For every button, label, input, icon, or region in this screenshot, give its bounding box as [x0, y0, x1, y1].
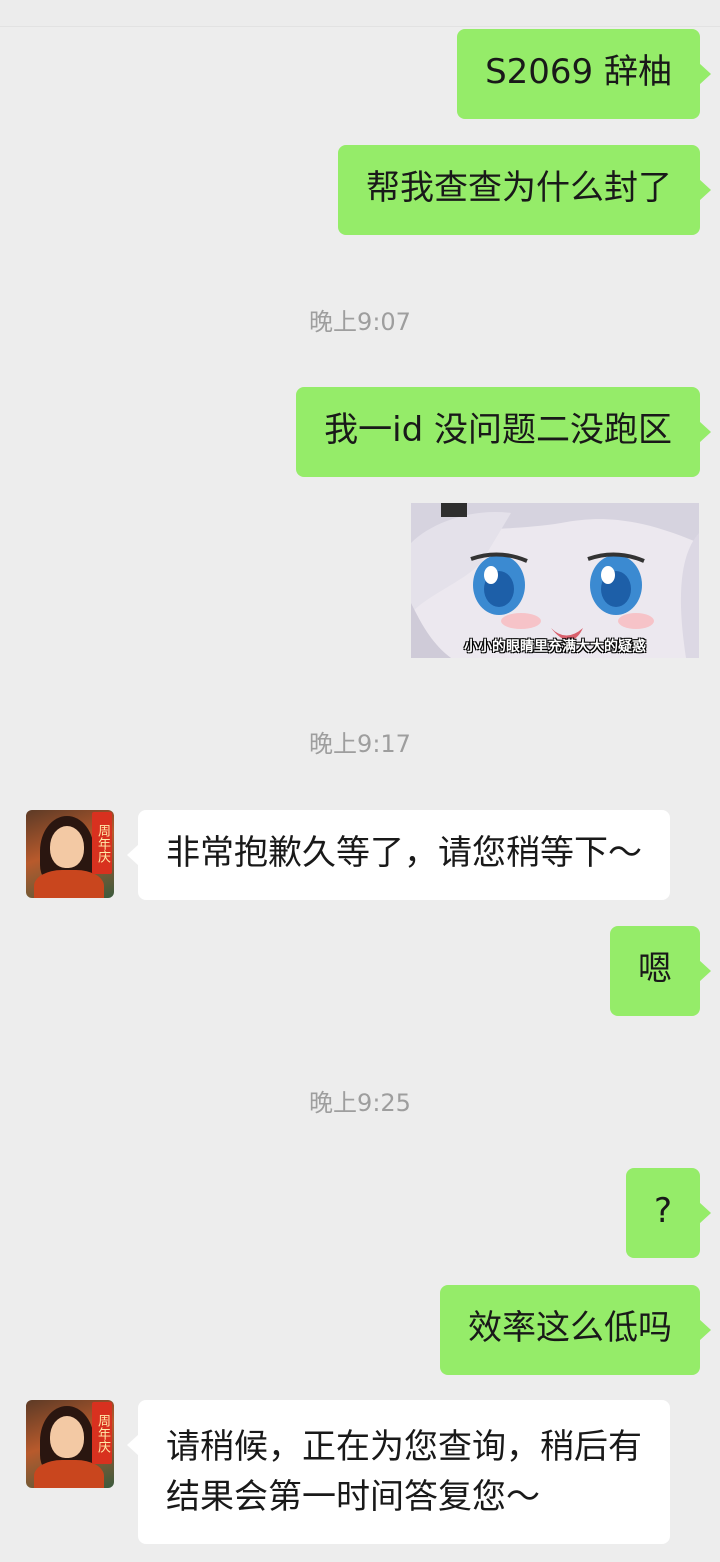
avatar-body [34, 1460, 104, 1488]
message-text: 效率这么低吗 [468, 1308, 672, 1348]
sticker-caption: 小小的眼睛里充满大大的疑惑 [464, 639, 646, 655]
incoming-message-bubble[interactable]: 非常抱歉久等了，请您稍等下～ [127, 810, 670, 900]
avatar-badge: 周年庆 [92, 1402, 112, 1464]
message-text: ? [653, 1191, 672, 1231]
sticker-image[interactable]: 小小的眼睛里充满大大的疑惑 [411, 503, 699, 658]
message-text: 我一id 没问题二没跑区 [324, 410, 672, 450]
avatar-body [34, 870, 104, 898]
agent-avatar[interactable]: 周年庆 [26, 1400, 114, 1488]
outgoing-message-bubble[interactable]: S2069 辞柚 [457, 29, 711, 119]
incoming-message-bubble[interactable]: 请稍候，正在为您查询，稍后有 结果会第一时间答复您～ [127, 1400, 670, 1544]
outgoing-message-bubble[interactable]: 嗯 [610, 926, 711, 1016]
timestamp: 晚上9:07 [309, 308, 411, 336]
timestamp: 晚上9:25 [309, 1089, 411, 1117]
outgoing-message-bubble[interactable]: 我一id 没问题二没跑区 [296, 387, 711, 477]
avatar-face [50, 1416, 84, 1458]
message-text: 嗯 [638, 949, 672, 989]
outgoing-message-bubble[interactable]: 帮我查查为什么封了 [338, 145, 711, 235]
message-text: S2069 辞柚 [485, 52, 672, 92]
timestamp: 晚上9:17 [309, 730, 411, 758]
message-text-line: 请稍候，正在为您查询，稍后有 [166, 1427, 642, 1467]
avatar-face [50, 826, 84, 868]
agent-avatar[interactable]: 周年庆 [26, 810, 114, 898]
message-text-line: 结果会第一时间答复您～ [166, 1477, 540, 1517]
top-divider [0, 0, 720, 27]
outgoing-message-bubble[interactable]: 效率这么低吗 [440, 1285, 711, 1375]
message-text: 非常抱歉久等了，请您稍等下～ [166, 833, 642, 873]
avatar-badge: 周年庆 [92, 812, 112, 874]
outgoing-message-bubble[interactable]: ? [625, 1168, 712, 1258]
message-text: 帮我查查为什么封了 [366, 168, 672, 208]
anime-girl-sticker-art [411, 503, 699, 658]
